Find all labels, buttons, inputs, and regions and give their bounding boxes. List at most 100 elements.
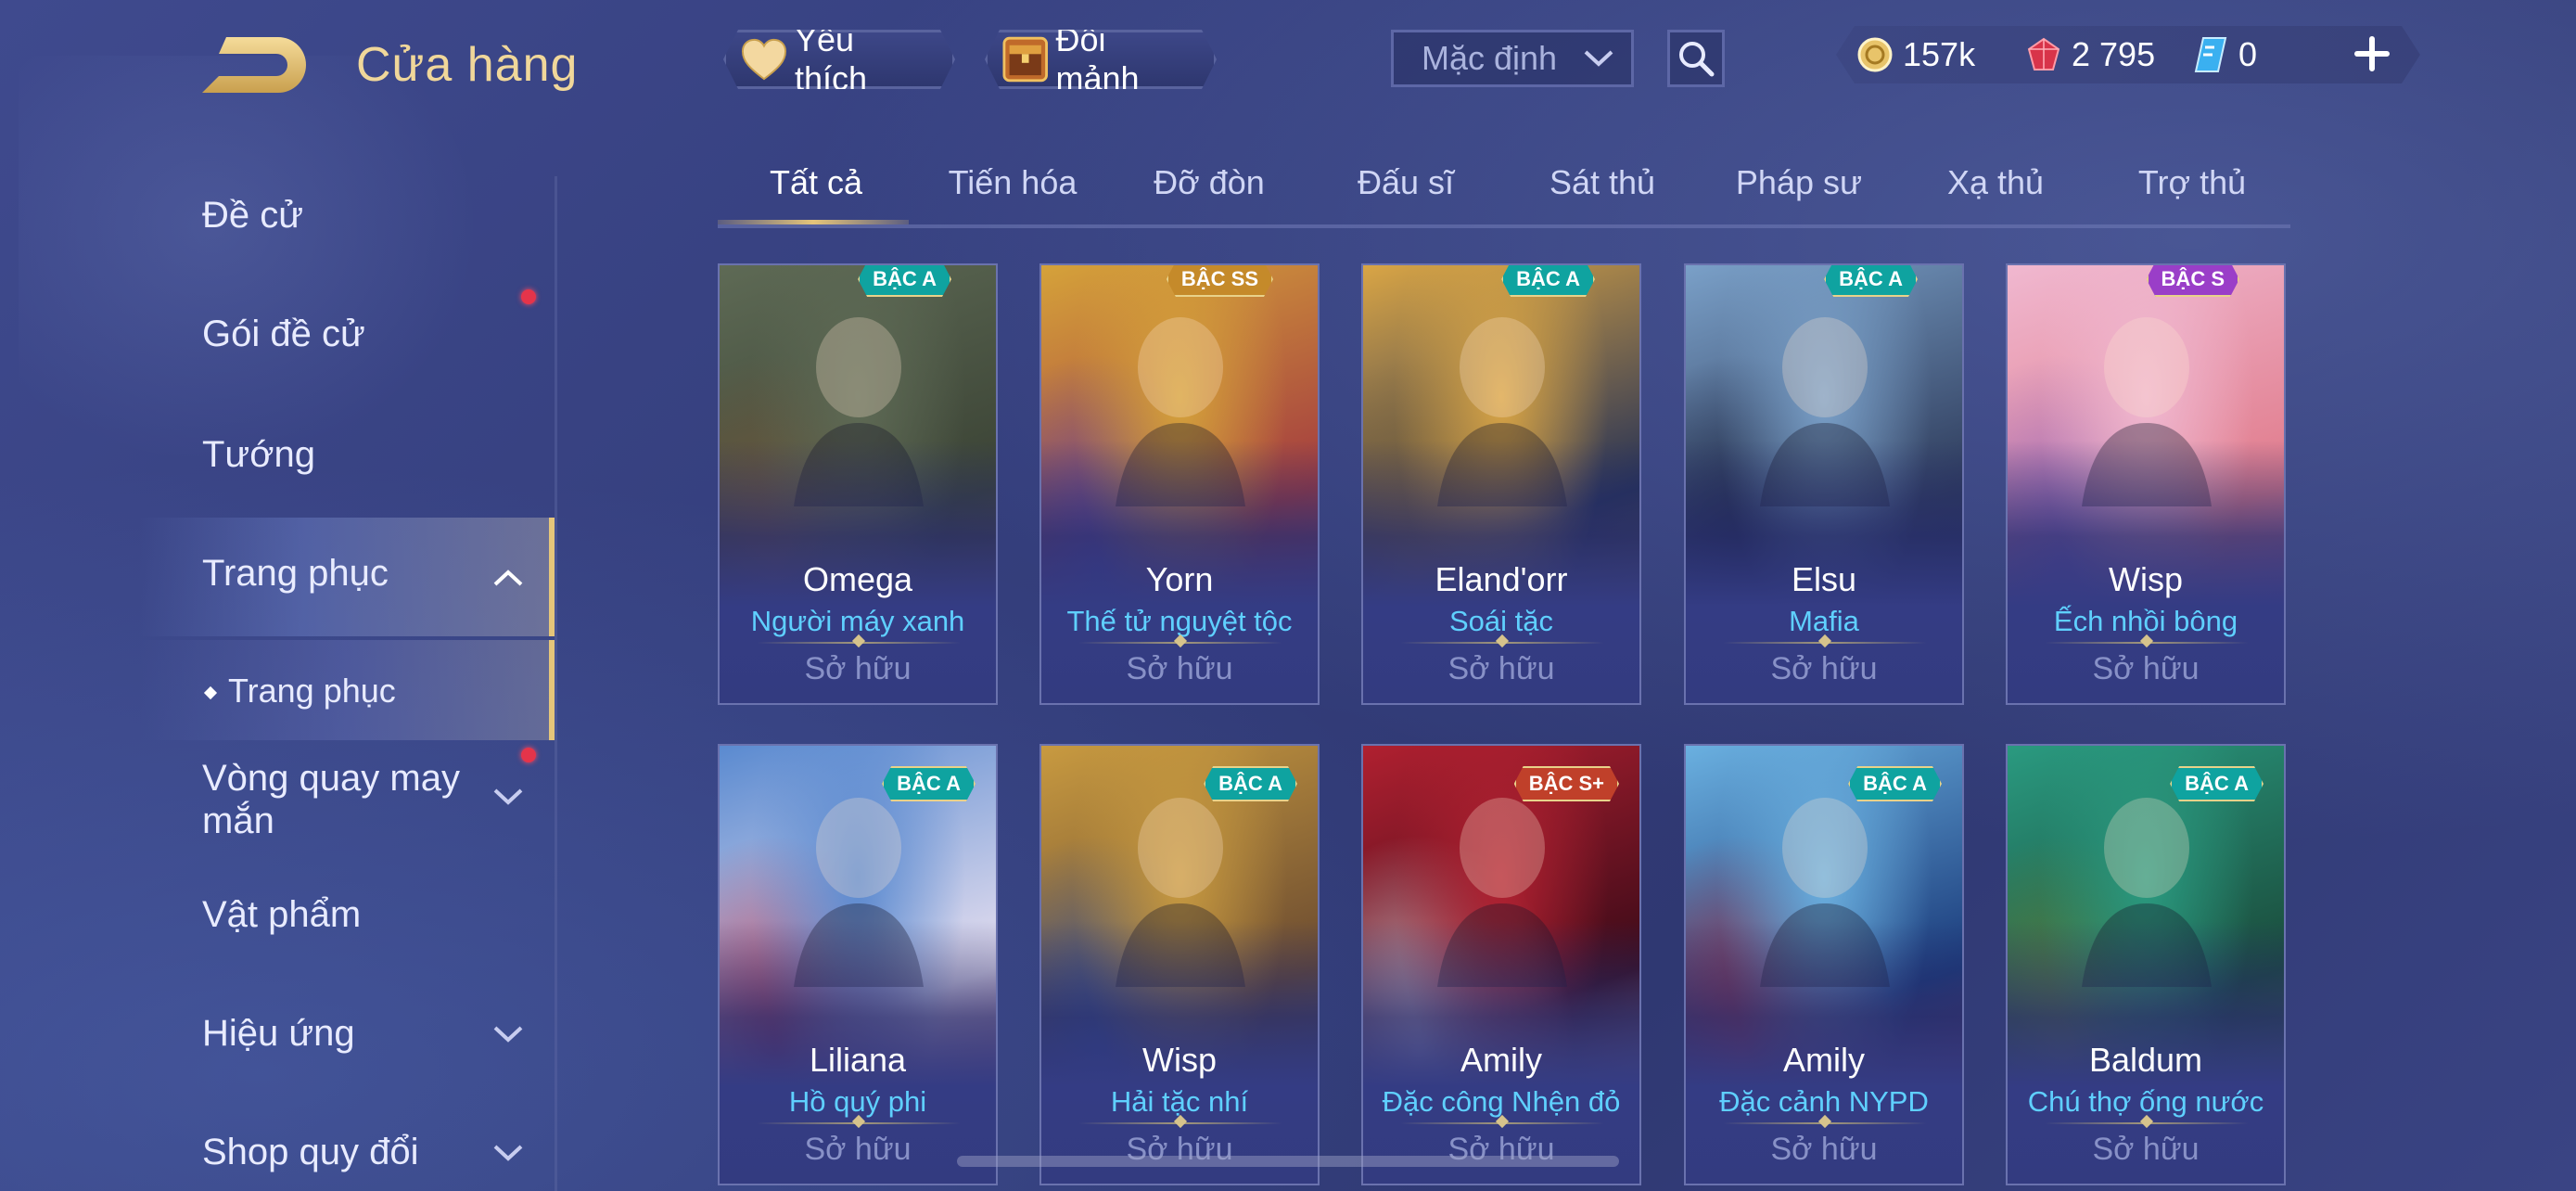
shard-exchange-label: Đổi mảnh — [1055, 20, 1140, 97]
tier-badge: BẬC A — [1848, 766, 1942, 801]
home-indicator[interactable] — [957, 1156, 1619, 1167]
chevron-down-icon — [1584, 50, 1613, 67]
ruby-icon — [2027, 37, 2060, 70]
hero-name: Eland'orr — [1435, 560, 1568, 598]
sort-dropdown[interactable]: Mặc định — [1391, 30, 1634, 87]
ownership-status: Sở hữu — [804, 651, 912, 686]
tier-badge: BẬC A — [1204, 766, 1297, 801]
voucher-icon — [2194, 37, 2227, 72]
notification-dot — [521, 289, 536, 304]
tier-badge: BẬC S+ — [1514, 766, 1619, 801]
ownership-status: Sở hữu — [1447, 651, 1555, 686]
ownership-status: Sở hữu — [1770, 651, 1878, 686]
ownership-status: Sở hữu — [2092, 1132, 2200, 1167]
sort-value: Mặc định — [1422, 39, 1558, 77]
hero-name: Amily — [1460, 1041, 1542, 1079]
sidebar-item-effects[interactable]: Hiệu ứng — [202, 1013, 355, 1055]
sidebar-item-recommended-bundles[interactable]: Gói đề cử — [202, 314, 365, 355]
search-button[interactable] — [1667, 30, 1725, 87]
skin-card[interactable]: BẬC A Baldum Chú thợ ống nước Sở hữu — [2006, 744, 2286, 1185]
chevron-down-icon[interactable] — [491, 1024, 525, 1044]
skin-card[interactable]: BẬC A Amily Đặc cảnh NYPD Sở hữu — [1684, 744, 1964, 1185]
tier-badge: BẬC A — [858, 263, 951, 297]
bullet-diamond-icon — [203, 686, 218, 700]
notification-dot — [521, 748, 536, 762]
skin-name: Chú thợ ống nước — [2027, 1085, 2264, 1118]
tab-support[interactable]: Trợ thủ — [2094, 163, 2290, 202]
hero-name: Omega — [802, 560, 913, 598]
add-currency-button[interactable] — [2346, 28, 2398, 80]
skin-name: Hồ quý phi — [788, 1085, 927, 1118]
skin-card[interactable]: BẬC A Wisp Hải tặc nhí Sở hữu — [1039, 744, 1320, 1185]
gold-currency: 157k — [1856, 32, 1975, 78]
skin-name: Thế tử nguyệt tộc — [1066, 605, 1293, 637]
tab-label: Tất cả — [769, 163, 863, 201]
skin-card[interactable]: BẬC A Liliana Hồ quý phi Sở hữu — [718, 744, 998, 1185]
ownership-status: Sở hữu — [1770, 1132, 1878, 1167]
chest-icon — [1002, 35, 1048, 83]
sidebar-item-costumes[interactable]: Trang phục — [202, 553, 389, 595]
skin-name: Soái tặc — [1448, 605, 1553, 637]
hero-name: Wisp — [1142, 1041, 1217, 1079]
heart-icon — [741, 37, 787, 82]
tier-badge: BẬC A — [2170, 766, 2264, 801]
skin-name: Mafia — [1789, 605, 1859, 637]
tier-badge: BẬC S — [2147, 263, 2239, 297]
sidebar-item-items[interactable]: Vật phẩm — [202, 894, 361, 936]
hero-name: Amily — [1783, 1041, 1865, 1079]
ruby-amount: 2 795 — [2072, 35, 2156, 73]
voucher-currency: 0 — [2192, 32, 2257, 78]
search-icon — [1679, 42, 1715, 77]
tab-all[interactable]: Tất cả — [718, 163, 914, 224]
skin-card[interactable]: BẬC A Eland'orr Soái tặc Sở hữu — [1361, 263, 1641, 705]
sidebar-item-recommended[interactable]: Đề cử — [202, 195, 303, 237]
shard-exchange-button[interactable]: Đổi mảnh — [985, 30, 1217, 89]
tab-evolution[interactable]: Tiến hóa — [914, 163, 1111, 202]
skin-name: Đặc công Nhện đỏ — [1382, 1085, 1621, 1118]
chevron-down-icon[interactable] — [491, 787, 525, 807]
tab-marksman[interactable]: Xạ thủ — [1897, 163, 2094, 202]
hero-name: Elsu — [1791, 560, 1857, 598]
voucher-amount: 0 — [2238, 35, 2258, 73]
tab-assassin[interactable]: Sát thủ — [1504, 163, 1701, 202]
skin-card[interactable]: BẬC A Elsu Mafia Sở hữu — [1684, 263, 1964, 705]
hero-name: Yorn — [1145, 560, 1214, 598]
skin-name: Ếch nhồi bông — [2053, 605, 2238, 637]
page-title: Cửa hàng — [356, 38, 579, 92]
sidebar-subitem-costumes[interactable]: Trang phục — [203, 672, 396, 711]
sidebar-item-heroes[interactable]: Tướng — [202, 434, 315, 476]
chevron-down-icon[interactable] — [491, 1143, 525, 1163]
sidebar-item-lucky-spin[interactable]: Vòng quay may mắn — [202, 757, 480, 842]
ownership-status: Sở hữu — [2092, 651, 2200, 686]
skin-card[interactable]: BẬC A Omega Người máy xanh Sở hữu — [718, 263, 998, 705]
sidebar-subitem-label: Trang phục — [228, 672, 396, 710]
tier-badge: BẬC A — [1501, 263, 1595, 297]
active-tab-indicator — [718, 220, 909, 224]
sidebar-item-exchange-shop[interactable]: Shop quy đổi — [202, 1132, 419, 1173]
tab-fighter[interactable]: Đấu sĩ — [1307, 163, 1504, 202]
skin-name: Người máy xanh — [750, 605, 965, 637]
gold-coin-icon — [1857, 37, 1893, 72]
tab-mage[interactable]: Pháp sư — [1701, 163, 1897, 202]
skin-card[interactable]: BẬC S+ Amily Đặc công Nhện đỏ Sở hữu — [1361, 744, 1641, 1185]
hero-name: Liliana — [809, 1041, 907, 1079]
ruby-currency: 2 795 — [2025, 32, 2155, 78]
skin-name: Hải tặc nhí — [1110, 1085, 1249, 1118]
skin-card[interactable]: BẬC S Wisp Ếch nhồi bông Sở hữu — [2006, 263, 2286, 705]
favorite-button[interactable]: Yêu thích — [723, 30, 955, 89]
gold-amount: 157k — [1903, 35, 1976, 73]
ownership-status: Sở hữu — [1126, 651, 1233, 686]
skin-name: Đặc cảnh NYPD — [1719, 1085, 1929, 1118]
tab-tank[interactable]: Đỡ đòn — [1111, 163, 1307, 202]
back-arrow-icon — [202, 37, 306, 93]
category-tabs: Tất cả Tiến hóa Đỡ đòn Đấu sĩ Sát thủ Ph… — [718, 148, 2290, 228]
hero-name: Baldum — [2088, 1041, 2203, 1079]
back-button[interactable] — [198, 33, 310, 98]
hero-name: Wisp — [2109, 560, 2183, 598]
skin-card[interactable]: BẬC SS Yorn Thế tử nguyệt tộc Sở hữu — [1039, 263, 1320, 705]
favorite-label: Yêu thích — [794, 20, 867, 97]
ownership-status: Sở hữu — [804, 1132, 912, 1167]
tier-badge: BẬC SS — [1167, 263, 1273, 297]
plus-icon — [2354, 36, 2390, 71]
chevron-up-icon — [493, 570, 523, 586]
